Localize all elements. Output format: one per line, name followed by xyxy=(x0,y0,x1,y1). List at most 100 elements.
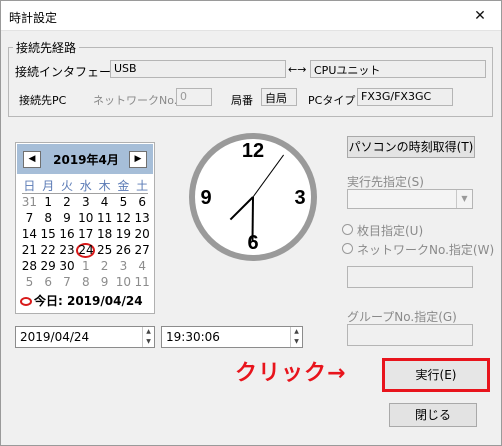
calendar-day[interactable]: 30 xyxy=(58,259,77,274)
calendar-day[interactable]: 1 xyxy=(39,195,58,210)
date-spinner[interactable]: ▲ ▼ xyxy=(142,327,154,347)
calendar-day[interactable]: 4 xyxy=(133,259,152,274)
calendar-day[interactable]: 10 xyxy=(76,211,95,226)
calendar-day[interactable]: 11 xyxy=(95,211,114,226)
close-button[interactable]: 閉じる xyxy=(389,403,477,427)
calendar-weekday: 月 xyxy=(42,179,55,193)
calendar-day[interactable]: 9 xyxy=(95,275,114,290)
interface-label: 接続インタフェース xyxy=(15,65,123,79)
clock-minute-hand xyxy=(251,196,254,242)
calendar-day[interactable]: 9 xyxy=(58,211,77,226)
calendar-day[interactable]: 3 xyxy=(76,195,95,210)
calendar-day-today[interactable]: 24 xyxy=(76,243,96,258)
connection-route-legend: 接続先経路 xyxy=(13,39,80,56)
title-bar: 時計設定 ✕ xyxy=(1,1,501,31)
interface-value: USB xyxy=(110,60,286,78)
calendar-header: ◀ 2019年4月 ▶ xyxy=(17,144,153,174)
pc-type-field: FX3G/FX3GC xyxy=(357,88,453,106)
calendar-day[interactable]: 10 xyxy=(114,275,133,290)
calendar-day[interactable]: 8 xyxy=(76,275,95,290)
calendar-day[interactable]: 5 xyxy=(20,275,39,290)
close-icon[interactable]: ✕ xyxy=(467,5,493,27)
connection-arrow: ←→ xyxy=(288,63,307,76)
calendar-day[interactable]: 28 xyxy=(20,259,39,274)
calendar-weekday: 金 xyxy=(117,179,130,193)
calendar-day[interactable]: 19 xyxy=(114,227,133,242)
pc-type-label: PCタイプ xyxy=(308,94,356,107)
clock-setting-dialog: 時計設定 ✕ 接続先経路 接続インタフェース USB ←→ CPUユニット 接続… xyxy=(0,0,502,446)
get-pc-time-button[interactable]: パソコンの時刻取得(T) xyxy=(347,136,475,158)
calendar-day[interactable]: 23 xyxy=(58,243,77,258)
next-month-icon[interactable]: ▶ xyxy=(129,151,147,168)
time-input[interactable]: 19:30:06 ▲ ▼ xyxy=(161,326,303,348)
calendar-day[interactable]: 18 xyxy=(95,227,114,242)
date-down-icon[interactable]: ▼ xyxy=(143,337,154,347)
exec-target-label: 実行先指定(S) xyxy=(347,175,424,189)
batch-radio[interactable] xyxy=(342,224,353,235)
calendar-weekday: 日 xyxy=(23,179,36,193)
time-spinner[interactable]: ▲ ▼ xyxy=(290,327,302,347)
today-circle-icon xyxy=(20,297,32,306)
network-no-radio-label: ネットワークNo.指定(W) xyxy=(357,243,495,257)
calendar-day[interactable]: 11 xyxy=(133,275,152,290)
calendar-day[interactable]: 29 xyxy=(39,259,58,274)
calendar-day[interactable]: 14 xyxy=(20,227,39,242)
calendar-day[interactable]: 26 xyxy=(114,243,133,258)
prev-month-icon[interactable]: ◀ xyxy=(23,151,41,168)
calendar-day[interactable]: 31 xyxy=(20,195,39,210)
calendar-today-row[interactable]: 今日: 2019/04/24 xyxy=(20,292,143,309)
calendar-day[interactable]: 15 xyxy=(39,227,58,242)
network-no-label: ネットワークNo. xyxy=(93,94,178,107)
calendar-day[interactable]: 6 xyxy=(39,275,58,290)
exec-target-select[interactable]: ▼ xyxy=(347,189,473,209)
group-no-input[interactable] xyxy=(347,324,473,346)
calendar-day[interactable]: 5 xyxy=(114,195,133,210)
calendar-today-label: 今日: 2019/04/24 xyxy=(34,294,143,308)
calendar-day[interactable]: 12 xyxy=(114,211,133,226)
calendar-day[interactable]: 2 xyxy=(95,259,114,274)
calendar-day[interactable]: 8 xyxy=(39,211,58,226)
calendar-day[interactable]: 27 xyxy=(133,243,152,258)
click-annotation: クリック→ xyxy=(235,361,347,386)
target-pc-label: 接続先PC xyxy=(19,94,67,107)
calendar-weekday: 土 xyxy=(136,179,149,193)
calendar-day[interactable]: 7 xyxy=(58,275,77,290)
target-unit-value: CPUユニット xyxy=(310,60,486,78)
network-no-radio[interactable] xyxy=(342,243,353,254)
month-calendar[interactable]: ◀ 2019年4月 ▶ 日月火水木金土 31 1 2 3 4 5 6 7 8 9 10 11 12 13 1… xyxy=(15,142,155,314)
calendar-day[interactable]: 17 xyxy=(76,227,95,242)
network-no-field: 0 xyxy=(176,88,212,106)
time-up-icon[interactable]: ▲ xyxy=(291,327,302,337)
calendar-day[interactable]: 1 xyxy=(76,259,95,274)
batch-radio-label: 枚目指定(U) xyxy=(357,224,424,238)
date-input[interactable]: 2019/04/24 ▲ ▼ xyxy=(15,326,155,348)
calendar-weekday: 火 xyxy=(60,179,73,193)
calendar-day[interactable]: 13 xyxy=(133,211,152,226)
calendar-day[interactable]: 6 xyxy=(133,195,152,210)
chevron-down-icon[interactable]: ▼ xyxy=(456,190,472,208)
clock-numeral-12: 12 xyxy=(242,140,264,162)
calendar-day[interactable]: 21 xyxy=(20,243,39,258)
execute-button[interactable]: 実行(E) xyxy=(382,358,490,392)
calendar-day[interactable]: 4 xyxy=(95,195,114,210)
calendar-weekdays: 日月火水木金土 xyxy=(20,177,152,194)
time-input-value: 19:30:06 xyxy=(166,330,220,344)
station-field: 自局 xyxy=(261,88,297,106)
date-up-icon[interactable]: ▲ xyxy=(143,327,154,337)
calendar-day[interactable]: 7 xyxy=(20,211,39,226)
calendar-day[interactable]: 22 xyxy=(39,243,58,258)
clock-numeral-3: 3 xyxy=(294,187,305,209)
clock-numeral-9: 9 xyxy=(200,187,211,209)
calendar-day[interactable]: 25 xyxy=(95,243,114,258)
station-label: 局番 xyxy=(231,94,253,107)
group-no-label: グループNo.指定(G) xyxy=(347,310,457,324)
calendar-day[interactable]: 16 xyxy=(58,227,77,242)
calendar-day[interactable]: 2 xyxy=(58,195,77,210)
time-down-icon[interactable]: ▼ xyxy=(291,337,302,347)
date-input-value: 2019/04/24 xyxy=(20,330,90,344)
network-no-input[interactable] xyxy=(347,266,473,288)
calendar-day[interactable]: 3 xyxy=(114,259,133,274)
calendar-weekday: 水 xyxy=(79,179,92,193)
calendar-day[interactable]: 20 xyxy=(133,227,152,242)
calendar-divider xyxy=(22,193,148,194)
